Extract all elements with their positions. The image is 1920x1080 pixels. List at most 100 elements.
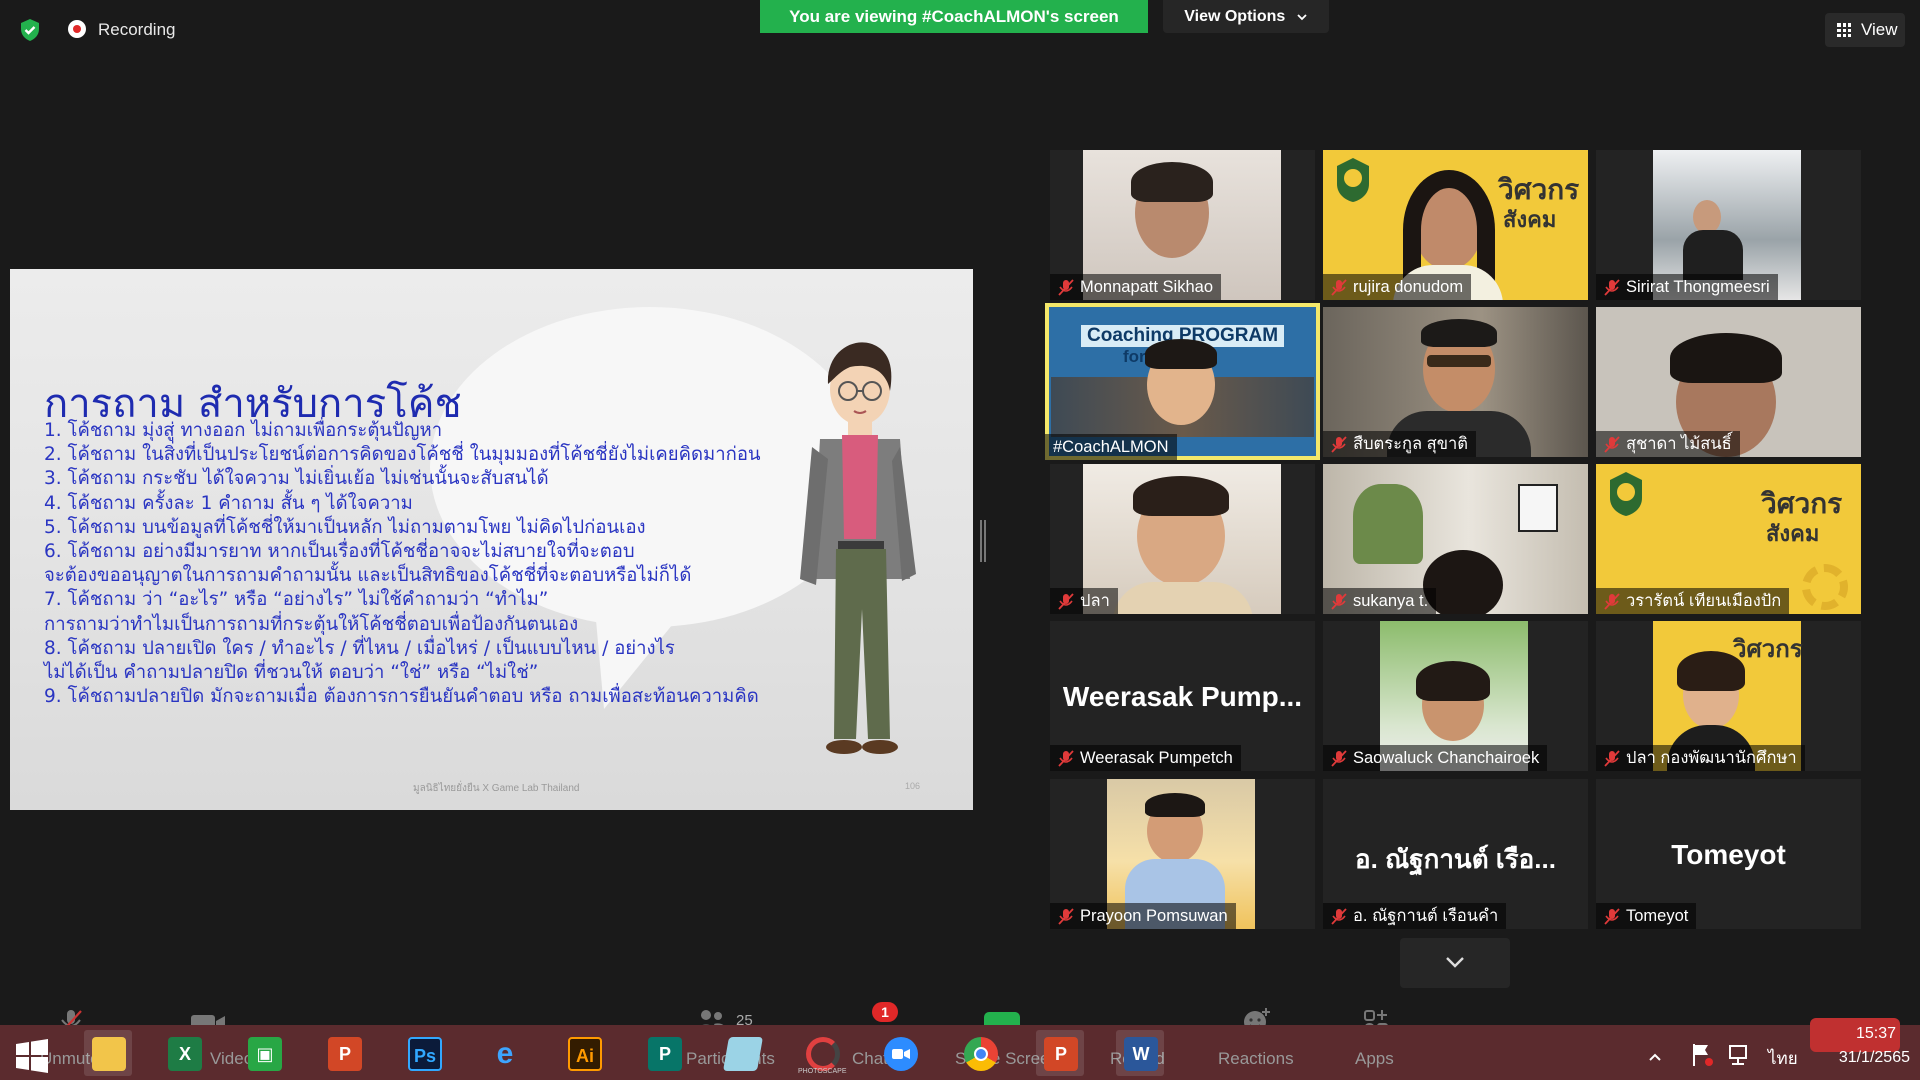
participant-coat xyxy=(1683,230,1743,280)
poster-subheading: สังคม xyxy=(1503,207,1557,232)
participant-name-bar: Sirirat Thongmeesri xyxy=(1596,274,1778,300)
participant-tile[interactable]: Prayoon Pomsuwan xyxy=(1050,779,1315,929)
grid-view-icon xyxy=(1837,23,1851,37)
poster-heading: วิศวกร xyxy=(1733,636,1803,663)
participant-hair xyxy=(1145,339,1217,369)
taskbar-publisher[interactable]: P xyxy=(640,1030,688,1076)
slide-line: 4. โค้ชถาม ครั้งละ 1 คำถาม สั้น ๆ ได้ใจค… xyxy=(44,492,413,514)
participant-tile[interactable]: อ. ณัฐกานต์ เรือ... อ. ณัฐกานต์ เรือนคำ xyxy=(1323,779,1588,929)
participant-name-bar: #CoachALMON xyxy=(1045,434,1177,460)
participant-tile[interactable]: วิศวกร ปลา กองพัฒนานักศึกษา xyxy=(1596,621,1861,771)
wall-frame xyxy=(1518,484,1558,532)
input-language-indicator[interactable]: ไทย xyxy=(1768,1045,1798,1072)
participant-tile[interactable]: ปลา xyxy=(1050,464,1315,614)
participant-name: อ. ณัฐกานต์ เรือนคำ xyxy=(1353,907,1499,925)
powerpoint-icon: P xyxy=(1044,1037,1078,1071)
view-options-button[interactable]: View Options xyxy=(1163,0,1329,33)
participant-name-bar: Monnapatt Sikhao xyxy=(1050,274,1222,300)
taskbar-internet-explorer[interactable]: e xyxy=(480,1030,528,1076)
taskbar-illustrator[interactable]: Ai xyxy=(560,1030,608,1076)
viewing-screen-banner: You are viewing #CoachALMON's screen xyxy=(760,0,1148,33)
flag-notification-icon[interactable] xyxy=(1690,1042,1714,1068)
participant-tile[interactable]: สุชาดา ไม้สนธิ์ xyxy=(1596,307,1861,457)
mic-muted-icon xyxy=(1058,750,1074,767)
taskbar-file-explorer[interactable] xyxy=(84,1030,132,1076)
taskbar-photoshop[interactable]: Ps xyxy=(400,1030,448,1076)
network-icon[interactable] xyxy=(1728,1044,1754,1068)
slide-line: 1. โค้ชถาม มุ่งสู่ ทางออก ไม่ถามเพื่อกระ… xyxy=(44,420,443,441)
mic-muted-icon xyxy=(1331,750,1347,767)
participant-tile[interactable]: Saowaluck Chanchairoek xyxy=(1323,621,1588,771)
participant-name: Saowaluck Chanchairoek xyxy=(1353,749,1540,767)
view-layout-button[interactable]: View xyxy=(1825,13,1905,47)
gallery-next-page-button[interactable] xyxy=(1400,938,1510,988)
encryption-shield-icon[interactable] xyxy=(18,18,42,42)
mic-muted-icon xyxy=(1331,279,1347,296)
taskbar-powerpoint[interactable]: P xyxy=(320,1030,368,1076)
participant-name-bar: Prayoon Pomsuwan xyxy=(1050,903,1236,929)
participant-name-bar: ปลา xyxy=(1050,588,1118,614)
chevron-up-icon[interactable] xyxy=(1648,1052,1662,1062)
participant-hair xyxy=(1131,162,1213,202)
participant-name-bar: สุชาดา ไม้สนธิ์ xyxy=(1596,431,1740,457)
illustrator-icon: Ai xyxy=(568,1037,602,1071)
taskbar-store[interactable]: ▣ xyxy=(240,1030,288,1076)
slide-bullet-list: 1. โค้ชถาม มุ่งสู่ ทางออก ไม่ถามเพื่อกระ… xyxy=(44,419,804,709)
active-speaker-tile[interactable]: Coaching PROGRAM for Trainer #CoachALMON xyxy=(1045,303,1320,460)
view-layout-label: View xyxy=(1861,20,1898,39)
split-view-drag-handle[interactable] xyxy=(980,520,986,562)
participant-tile[interactable]: Monnapatt Sikhao xyxy=(1050,150,1315,300)
store-icon: ▣ xyxy=(248,1037,282,1071)
cartoon-coach-illustration xyxy=(800,342,916,754)
slide-footer-credit: มูลนิธิไทยยั่งยืน X Game Lab Thailand xyxy=(413,783,580,794)
participant-tile[interactable]: Sirirat Thongmeesri xyxy=(1596,150,1861,300)
system-clock[interactable]: 15:37 31/1/2565 xyxy=(1812,1022,1916,1080)
participant-tile[interactable]: Tomeyot Tomeyot xyxy=(1596,779,1861,929)
mic-muted-icon xyxy=(1604,750,1620,767)
taskbar-excel[interactable]: X xyxy=(160,1030,208,1076)
participant-name: สืบตระกูล สุขาติ xyxy=(1353,435,1469,453)
participant-display-name: อ. ณัฐกานต์ เรือ... xyxy=(1355,844,1556,874)
taskbar-powerpoint-2[interactable]: P xyxy=(1036,1030,1084,1076)
participant-tile[interactable]: sukanya t. xyxy=(1323,464,1588,614)
participant-name-bar: อ. ณัฐกานต์ เรือนคำ xyxy=(1323,903,1507,929)
mic-muted-icon xyxy=(1058,279,1074,296)
participant-tile[interactable]: วิศวกร สังคม วรารัตน์ เทียนเมืองปัก xyxy=(1596,464,1861,614)
taskbar-notepad[interactable] xyxy=(718,1030,766,1076)
participant-tile[interactable]: Weerasak Pump... Weerasak Pumpetch xyxy=(1050,621,1315,771)
recording-indicator-icon xyxy=(68,20,86,38)
participant-name: #CoachALMON xyxy=(1053,438,1169,456)
taskbar-zoom[interactable] xyxy=(876,1030,924,1076)
participant-name-bar: สืบตระกูล สุขาติ xyxy=(1323,431,1477,457)
chat-unread-badge: 1 xyxy=(872,1002,898,1022)
toolbar-apps-label: Apps xyxy=(1355,1049,1394,1068)
participant-tile[interactable]: วิศวกร สังคม rujira donudom xyxy=(1323,150,1588,300)
participant-name: สุชาดา ไม้สนธิ์ xyxy=(1626,435,1732,453)
photoshop-icon: Ps xyxy=(408,1037,442,1071)
slide-line: 3. โค้ชถาม กระชับ ได้ใจความ ไม่เยิ่นเย้อ… xyxy=(44,468,549,490)
taskbar-chrome[interactable] xyxy=(956,1030,1004,1076)
mic-muted-icon xyxy=(1604,436,1620,453)
word-icon: W xyxy=(1124,1037,1158,1071)
taskbar-photoscape[interactable]: PHOTOSCAPE xyxy=(798,1030,847,1076)
participant-hair xyxy=(1670,333,1782,383)
slide-page-number: 106 xyxy=(905,781,921,791)
zoom-icon xyxy=(884,1037,918,1071)
participant-tile[interactable]: สืบตระกูล สุขาติ xyxy=(1323,307,1588,457)
participant-hair xyxy=(1677,651,1745,691)
participant-name: rujira donudom xyxy=(1353,278,1464,296)
participant-name: Prayoon Pomsuwan xyxy=(1080,907,1228,925)
participant-name: Weerasak Pumpetch xyxy=(1080,749,1233,767)
mic-muted-icon xyxy=(1331,908,1347,925)
slide-line: 2. โค้ชถาม ในสิ่งที่เป็นประโยชน์ต่อการคิ… xyxy=(44,444,761,466)
chrome-center-dot xyxy=(974,1047,988,1061)
participant-name: sukanya t. xyxy=(1353,592,1429,610)
taskbar-word[interactable]: W xyxy=(1116,1030,1164,1076)
university-logo-icon xyxy=(1610,472,1642,516)
windows-start-icon[interactable] xyxy=(14,1038,50,1074)
participant-name-bar: ปลา กองพัฒนานักศึกษา xyxy=(1596,745,1805,771)
participant-name-bar: sukanya t. xyxy=(1323,588,1437,614)
internet-explorer-icon: e xyxy=(496,1037,514,1070)
shared-screen-slide: การถาม สำหรับการโค้ช 1. โค้ชถาม มุ่งสู่ … xyxy=(10,269,973,810)
excel-icon: X xyxy=(168,1037,202,1071)
